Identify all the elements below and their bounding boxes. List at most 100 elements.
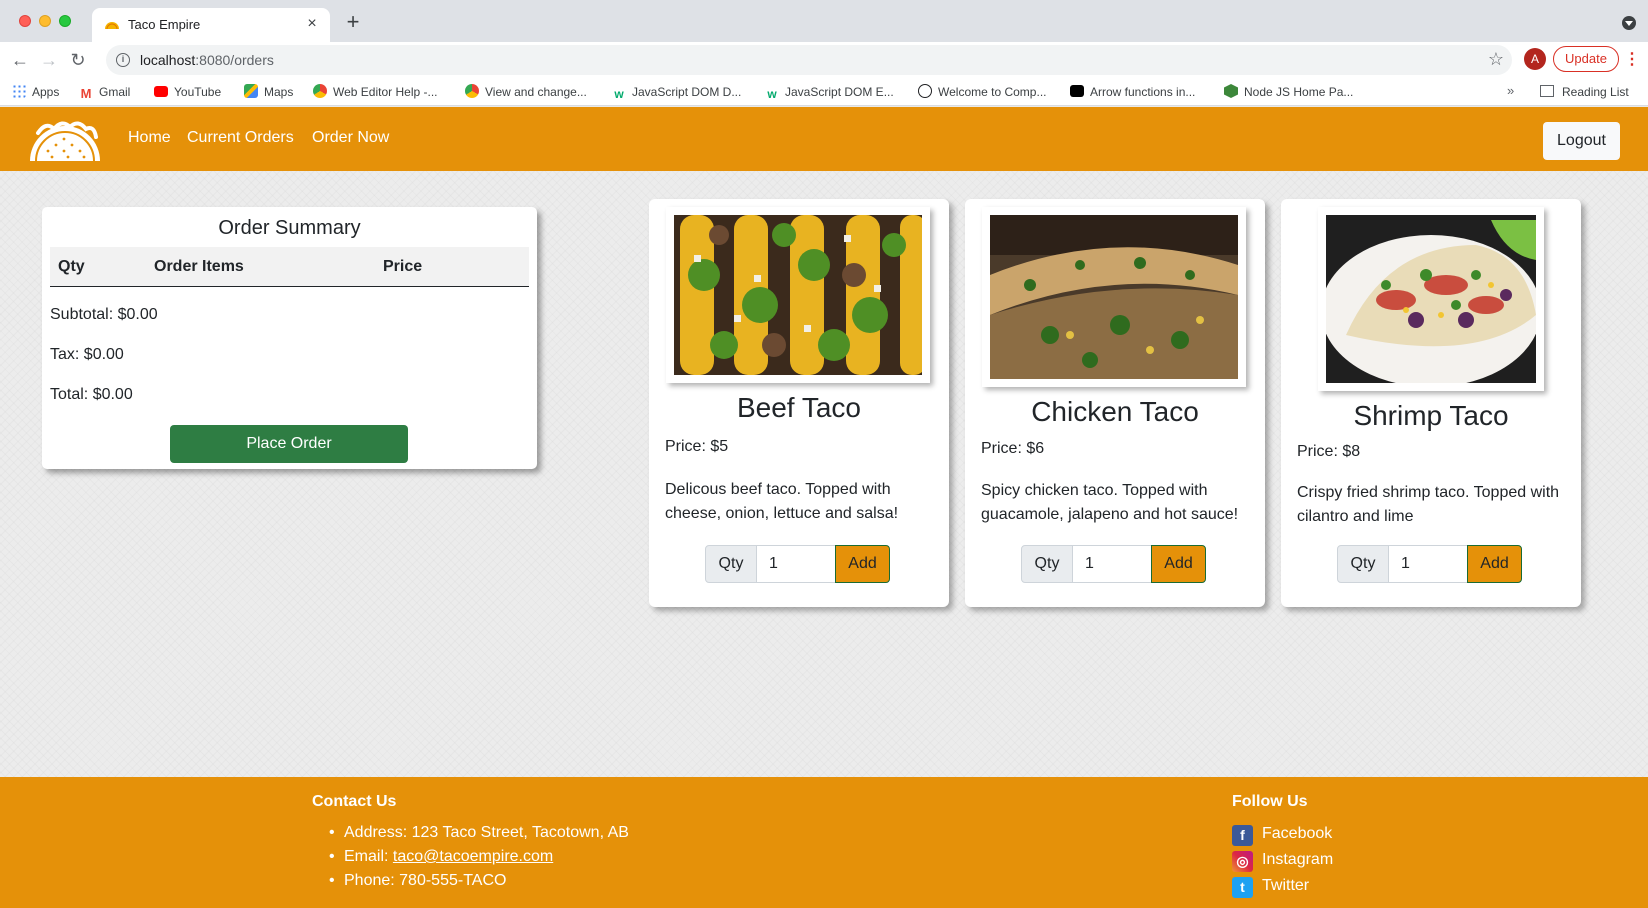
site-info-icon[interactable]: i xyxy=(116,53,130,67)
browser-toolbar: ← → ↻ i localhost:8080/orders ☆ A Update… xyxy=(0,42,1648,78)
nav-order-now[interactable]: Order Now xyxy=(312,129,389,147)
bookmarks-bar: Apps M Gmail YouTube Maps Web Editor Help… xyxy=(0,78,1648,106)
shrimp-taco-add-button[interactable]: Add xyxy=(1467,545,1522,583)
chicken-taco-title: Chicken Taco xyxy=(1031,396,1199,427)
shrimp-taco-description: Crispy fried shrimp taco. Topped with ci… xyxy=(1297,484,1560,525)
column-price: Price xyxy=(383,258,423,275)
chrome-icon xyxy=(313,84,327,98)
reading-list-button[interactable]: Reading List xyxy=(1540,83,1629,101)
new-tab-button[interactable]: + xyxy=(342,11,364,33)
menu-card-shrimp-taco: Shrimp Taco Price: $8 Crispy fried shrim… xyxy=(1281,199,1581,607)
qty-label: Qty xyxy=(1021,545,1073,583)
minimize-window-button[interactable] xyxy=(39,15,51,27)
url-text[interactable]: localhost:8080/orders xyxy=(140,52,274,68)
nav-home[interactable]: Home xyxy=(128,129,171,147)
contact-email: Email: taco@tacoempire.com xyxy=(312,845,629,869)
shrimp-taco-qty-input[interactable] xyxy=(1388,545,1468,583)
gmail-icon: M xyxy=(80,86,92,101)
reload-icon[interactable]: ↻ xyxy=(66,48,90,72)
chicken-taco-image xyxy=(982,207,1246,387)
bookmark-view-and-change[interactable]: View and change... xyxy=(465,83,587,101)
tab-title: Taco Empire xyxy=(128,17,201,32)
address-bar[interactable]: i localhost:8080/orders ☆ xyxy=(106,45,1512,75)
social-twitter-link[interactable]: t Twitter xyxy=(1232,873,1333,899)
site-navbar: Home Current Orders Order Now Logout xyxy=(0,107,1648,171)
contact-us-heading: Contact Us xyxy=(312,793,397,810)
chicken-taco-description: Spicy chicken taco. Topped with guacamol… xyxy=(981,482,1239,523)
bookmark-apps[interactable]: Apps xyxy=(12,83,59,101)
beef-taco-price: Price: $5 xyxy=(665,438,729,455)
column-qty: Qty xyxy=(58,258,85,275)
beef-taco-title: Beef Taco xyxy=(736,392,862,423)
chicken-taco-add-button[interactable]: Add xyxy=(1151,545,1206,583)
social-links: f Facebook ◎ Instagram t Twitter xyxy=(1232,821,1333,899)
close-window-button[interactable] xyxy=(19,15,31,27)
order-summary-table-header: Qty Order Items Price xyxy=(50,247,529,287)
back-arrow-icon[interactable]: ← xyxy=(8,48,32,72)
nav-current-orders[interactable]: Current Orders xyxy=(187,129,294,147)
bookmark-arrow-functions[interactable]: Arrow functions in... xyxy=(1070,83,1195,101)
profile-avatar[interactable]: A xyxy=(1524,48,1546,70)
bookmark-javascript-dom-e[interactable]: w JavaScript DOM E... xyxy=(765,83,893,101)
social-facebook-link[interactable]: f Facebook xyxy=(1232,821,1333,847)
bookmark-node-js-home[interactable]: Node JS Home Pa... xyxy=(1224,83,1353,101)
maximize-window-button[interactable] xyxy=(59,15,71,27)
apps-grid-icon xyxy=(12,84,26,98)
bookmark-youtube[interactable]: YouTube xyxy=(154,83,221,101)
place-order-button[interactable]: Place Order xyxy=(170,425,408,463)
shrimp-taco-title: Shrimp Taco xyxy=(1353,400,1509,431)
forward-arrow-icon[interactable]: → xyxy=(37,48,61,72)
qty-label: Qty xyxy=(1337,545,1389,583)
compass-icon xyxy=(918,84,932,98)
qty-label: Qty xyxy=(705,545,757,583)
contact-list: Address: 123 Taco Street, Tacotown, AB E… xyxy=(312,821,629,893)
w3-icon: w xyxy=(767,87,777,101)
twitter-icon: t xyxy=(1232,877,1253,898)
page-content: Home Current Orders Order Now Logout Ord… xyxy=(0,107,1648,908)
column-order-items: Order Items xyxy=(154,258,244,275)
bookmark-star-icon[interactable]: ☆ xyxy=(1488,49,1504,70)
beef-taco-add-button[interactable]: Add xyxy=(835,545,890,583)
update-button[interactable]: Update xyxy=(1553,46,1619,72)
subtotal-text: Subtotal: $0.00 xyxy=(50,306,158,323)
taco-logo-icon[interactable] xyxy=(28,117,102,163)
chrome-icon xyxy=(465,84,479,98)
instagram-icon: ◎ xyxy=(1232,851,1253,872)
tab-search-icon[interactable] xyxy=(1622,16,1636,30)
bookmark-gmail[interactable]: M Gmail xyxy=(79,83,131,101)
follow-us-heading: Follow Us xyxy=(1232,793,1308,810)
youtube-icon xyxy=(154,86,168,97)
facebook-icon: f xyxy=(1232,825,1253,846)
maps-icon xyxy=(244,84,258,98)
bookmark-welcome-to-comp[interactable]: Welcome to Comp... xyxy=(918,83,1046,101)
menu-card-beef-taco: Beef Taco Price: $5 Delicous beef taco. … xyxy=(649,199,949,607)
reading-list-icon xyxy=(1540,85,1554,97)
total-text: Total: $0.00 xyxy=(50,386,133,403)
taco-favicon-icon xyxy=(105,22,119,30)
order-summary-title: Order Summary xyxy=(218,217,361,239)
contact-address: Address: 123 Taco Street, Tacotown, AB xyxy=(312,821,629,845)
medium-icon xyxy=(1070,85,1084,97)
beef-taco-image xyxy=(666,207,930,383)
tax-text: Tax: $0.00 xyxy=(50,346,124,363)
email-link[interactable]: taco@tacoempire.com xyxy=(393,848,553,865)
shrimp-taco-image xyxy=(1318,207,1544,391)
beef-taco-qty-input[interactable] xyxy=(756,545,836,583)
tab-close-icon[interactable]: × xyxy=(302,14,322,34)
logout-button[interactable]: Logout xyxy=(1543,122,1620,160)
more-menu-icon[interactable]: ⋮ xyxy=(1624,49,1640,71)
chicken-taco-qty-input[interactable] xyxy=(1072,545,1152,583)
browser-tab-strip: Taco Empire × + xyxy=(0,0,1648,42)
chicken-taco-price: Price: $6 xyxy=(981,440,1045,457)
nodejs-icon xyxy=(1224,84,1238,98)
browser-tab[interactable]: Taco Empire × xyxy=(92,8,330,42)
order-summary-card: Order Summary Qty Order Items Price Subt… xyxy=(42,207,537,469)
bookmark-javascript-dom-d[interactable]: w JavaScript DOM D... xyxy=(612,83,741,101)
beef-taco-description: Delicous beef taco. Topped with cheese, … xyxy=(665,481,899,522)
more-bookmarks-icon[interactable]: » xyxy=(1507,83,1514,98)
bookmark-web-editor-help[interactable]: Web Editor Help -... xyxy=(313,83,437,101)
shrimp-taco-price: Price: $8 xyxy=(1297,443,1361,460)
contact-phone: Phone: 780-555-TACO xyxy=(312,869,629,893)
bookmark-maps[interactable]: Maps xyxy=(244,83,293,101)
social-instagram-link[interactable]: ◎ Instagram xyxy=(1232,847,1333,873)
